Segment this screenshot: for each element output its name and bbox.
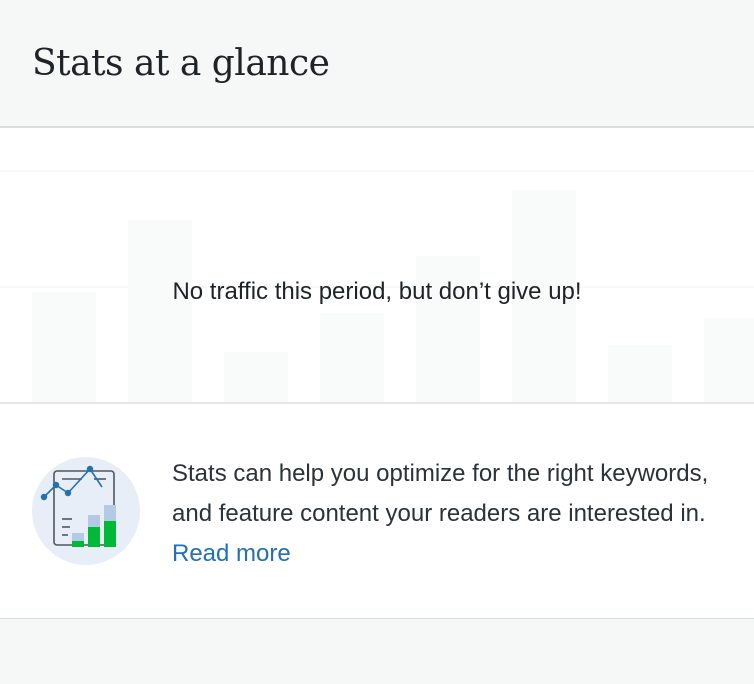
placeholder-bar bbox=[32, 292, 96, 403]
page-title: Stats at a glance bbox=[32, 43, 330, 84]
empty-chart-message: No traffic this period, but don’t give u… bbox=[172, 278, 582, 305]
stats-header: Stats at a glance bbox=[0, 0, 754, 128]
stats-chart: No traffic this period, but don’t give u… bbox=[0, 128, 754, 403]
placeholder-bar bbox=[128, 219, 192, 403]
placeholder-chart bbox=[0, 170, 754, 403]
stats-info-panel: Stats can help you optimize for the righ… bbox=[0, 403, 754, 620]
placeholder-bar bbox=[224, 351, 288, 403]
stats-illustration-icon bbox=[32, 457, 140, 565]
placeholder-bar bbox=[704, 317, 754, 403]
placeholder-bar bbox=[608, 345, 672, 403]
read-more-link[interactable]: Read more bbox=[172, 540, 291, 567]
placeholder-bar bbox=[320, 313, 384, 403]
info-description: Stats can help you optimize for the righ… bbox=[172, 460, 709, 527]
info-text: Stats can help you optimize for the righ… bbox=[172, 454, 732, 574]
stats-footer bbox=[0, 619, 754, 684]
